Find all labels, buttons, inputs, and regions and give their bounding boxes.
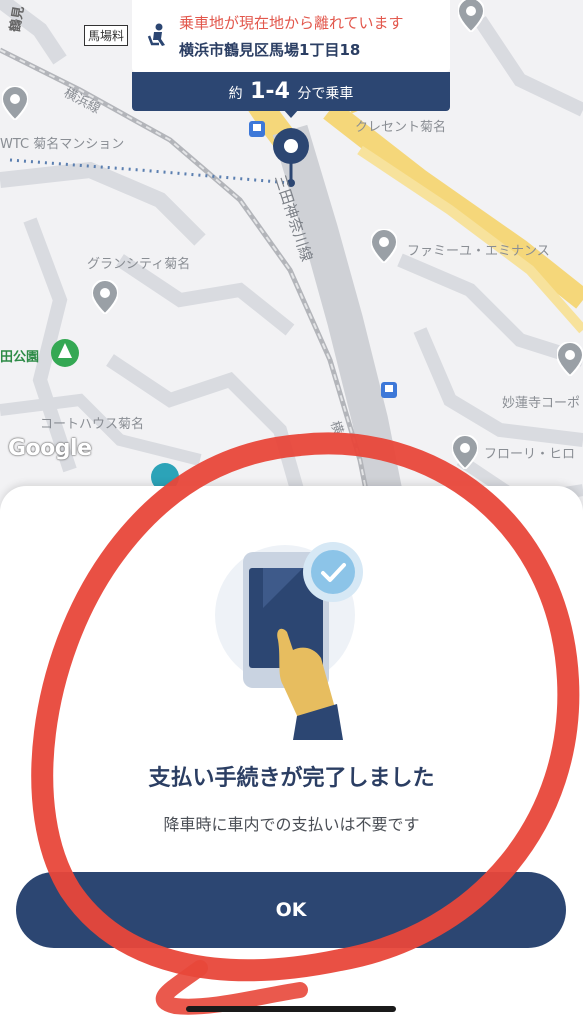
eta-prefix: 約 (228, 86, 243, 102)
map-pin-icon[interactable] (458, 0, 484, 32)
map-label: クレセント菊名 (355, 120, 447, 135)
pickup-address: 横浜市鶴見区馬場1丁目18 (179, 41, 361, 59)
map-label-park: 田公園 (0, 350, 40, 365)
bubble-pointer (283, 109, 299, 118)
google-logo: Google (8, 436, 92, 461)
map-label: 馬場料 (84, 25, 129, 46)
map-label: 妙蓮寺コーポ (502, 396, 581, 411)
map-label: コートハウス菊名 (40, 417, 145, 432)
map-label: グランシティ菊名 (87, 257, 191, 272)
pickup-info-bubble[interactable]: 乗車地が現在地から離れています 横浜市鶴見区馬場1丁目18 約 1-4 分で乗車 (132, 0, 450, 118)
map-label: WTC 菊名マンション (0, 137, 125, 152)
eta-suffix: 分で乗車 (297, 86, 354, 102)
pickup-eta-bar: 約 1-4 分で乗車 (132, 72, 450, 111)
map-pin-icon[interactable] (2, 86, 28, 120)
sheet-subtitle: 降車時に車内での支払いは不要です (163, 815, 420, 834)
pickup-distance-warning: 乗車地が現在地から離れています (179, 14, 404, 32)
map-pin-icon[interactable] (92, 280, 118, 314)
pickup-info-header: 乗車地が現在地から離れています 横浜市鶴見区馬場1丁目18 (132, 0, 450, 72)
map-pin-icon[interactable] (371, 229, 397, 263)
map-label: ファミーユ・エミナンス (407, 244, 550, 259)
seated-passenger-icon (147, 23, 165, 46)
map-pin-icon[interactable] (452, 435, 478, 469)
map-label: フローリ・ヒロ (484, 447, 576, 462)
map-pin-icon[interactable] (557, 342, 583, 376)
ok-button[interactable]: OK (16, 872, 566, 948)
home-indicator[interactable] (186, 1006, 396, 1012)
sheet-title: 支払い手続きが完了しました (148, 766, 435, 791)
eta-range: 1-4 (250, 79, 290, 104)
phone-payment-illustration (215, 542, 363, 740)
